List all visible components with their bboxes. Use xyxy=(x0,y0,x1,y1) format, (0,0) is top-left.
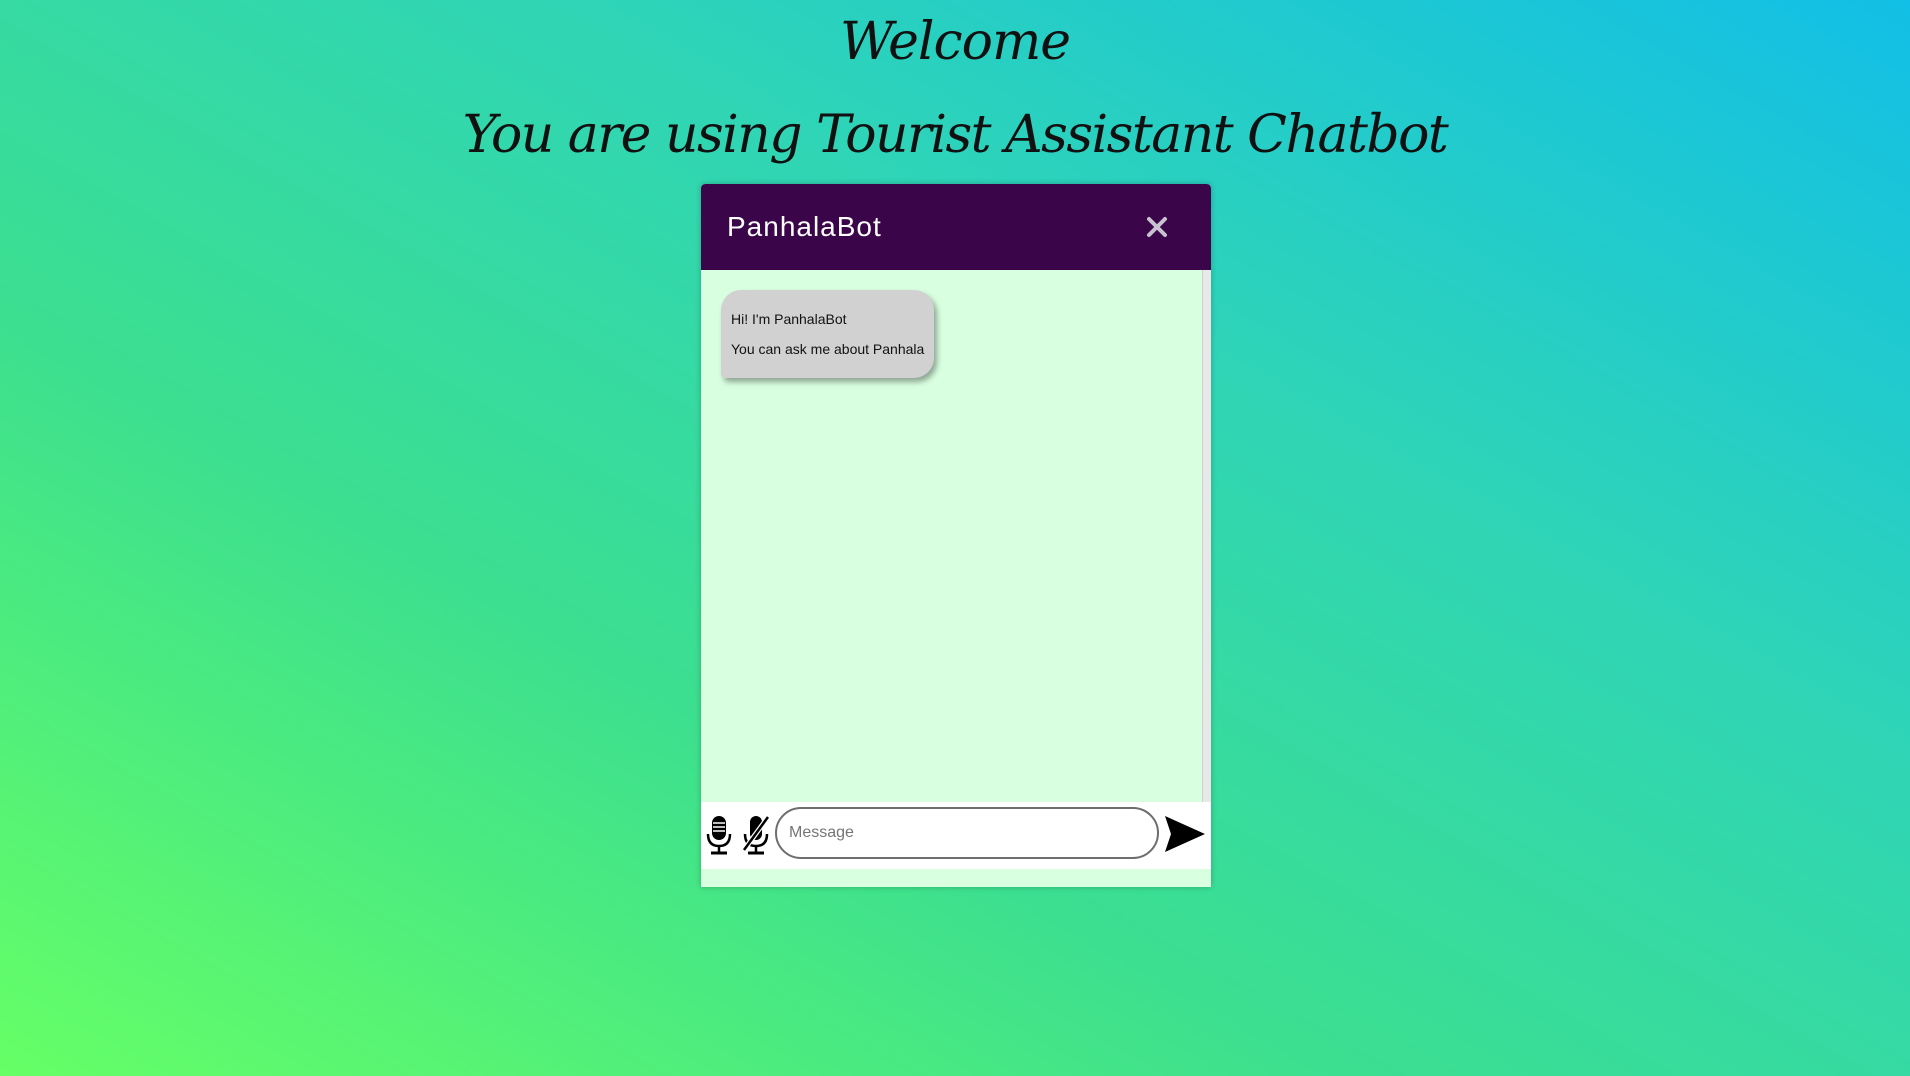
chat-input-bar xyxy=(701,802,1211,869)
message-line: Hi! I'm PanhalaBot xyxy=(731,311,847,327)
chat-scrollbar[interactable] xyxy=(1202,270,1211,802)
close-icon xyxy=(1147,217,1167,237)
chat-header: PanhalaBot xyxy=(701,184,1211,270)
send-icon xyxy=(1165,816,1205,852)
bot-message-bubble: Hi! I'm PanhalaBot You can ask me about … xyxy=(721,290,935,378)
close-button[interactable] xyxy=(1139,209,1175,245)
message-line: You can ask me about Panhala xyxy=(731,341,925,357)
mic-off-button[interactable] xyxy=(741,814,771,856)
send-button[interactable] xyxy=(1163,814,1207,854)
chat-window: PanhalaBot Hi! I'm PanhalaBot You can as… xyxy=(701,184,1211,887)
chat-messages[interactable]: Hi! I'm PanhalaBot You can ask me about … xyxy=(701,270,1203,802)
mic-off-icon xyxy=(741,815,771,855)
message-input[interactable] xyxy=(775,807,1159,859)
mic-icon xyxy=(706,816,732,855)
mic-button[interactable] xyxy=(705,814,733,856)
subtitle-heading: You are using Tourist Assistant Chatbot xyxy=(462,105,1449,165)
bot-name: PanhalaBot xyxy=(727,211,882,242)
welcome-heading: Welcome xyxy=(839,12,1071,72)
